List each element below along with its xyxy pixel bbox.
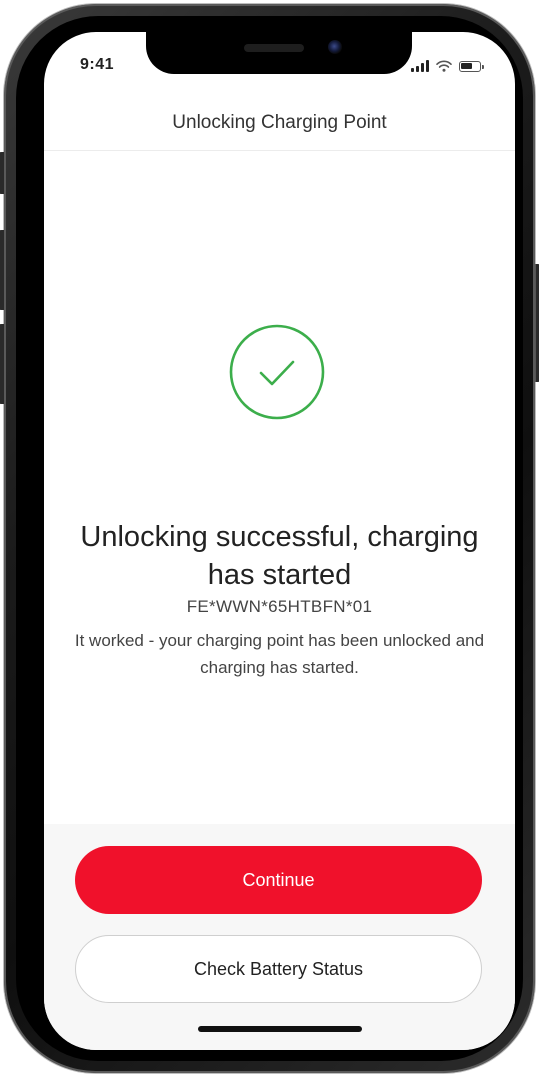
nav-header: Unlocking Charging Point xyxy=(44,98,515,151)
wifi-icon xyxy=(436,60,452,72)
front-camera-icon xyxy=(328,40,342,54)
earpiece-speaker xyxy=(244,44,304,52)
mute-switch xyxy=(0,152,4,194)
status-icons xyxy=(411,56,484,72)
action-footer: Continue Check Battery Status xyxy=(44,824,515,1050)
battery-level xyxy=(461,63,472,69)
battery-icon xyxy=(459,61,484,72)
page-title: Unlocking Charging Point xyxy=(172,112,387,133)
volume-down-button xyxy=(0,324,4,404)
signal-icon xyxy=(411,60,429,72)
home-indicator[interactable] xyxy=(198,1026,362,1032)
device-mockup: 9:41 Unlocking Charging Point Unlocking … xyxy=(0,0,539,1077)
notch xyxy=(146,32,412,74)
continue-button[interactable]: Continue xyxy=(75,846,482,914)
status-time: 9:41 xyxy=(80,56,115,73)
volume-up-button xyxy=(0,230,4,310)
check-circle-icon xyxy=(229,324,325,420)
result-headline: Unlocking successful, charging has start… xyxy=(80,521,479,591)
check-battery-status-button[interactable]: Check Battery Status xyxy=(75,935,482,1003)
app-screen: 9:41 Unlocking Charging Point Unlocking … xyxy=(44,32,515,1050)
power-button xyxy=(535,264,539,382)
result-description: It worked - your charging point has been… xyxy=(74,631,485,677)
